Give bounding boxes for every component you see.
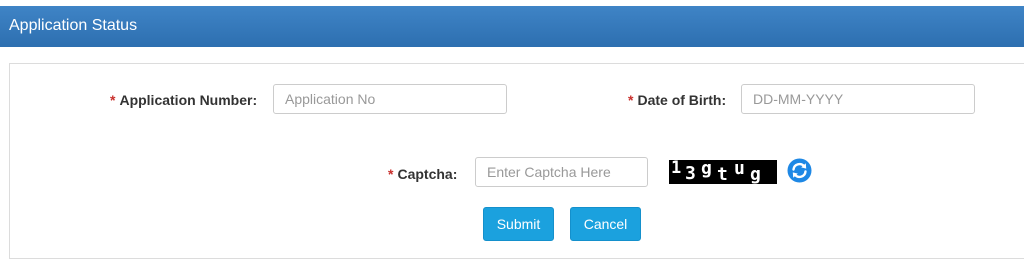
captcha-char: g	[701, 160, 712, 179]
application-number-label-text: Application Number:	[119, 92, 258, 108]
captcha-char: g	[750, 164, 761, 184]
application-number-input[interactable]	[273, 84, 507, 114]
captcha-label-text: Captcha:	[397, 166, 458, 182]
header-bar: Application Status	[0, 0, 1024, 47]
captcha-image: 1 3 g t u g	[669, 160, 777, 184]
date-of-birth-label-text: Date of Birth:	[637, 92, 727, 108]
required-marker: *	[388, 166, 394, 182]
submit-button[interactable]: Submit	[483, 207, 554, 241]
date-of-birth-input[interactable]	[741, 84, 975, 114]
refresh-captcha-button[interactable]	[787, 158, 812, 183]
application-status-page: Application Status * Application Number: …	[0, 0, 1024, 273]
refresh-icon	[787, 158, 812, 183]
required-marker: *	[628, 92, 634, 108]
captcha-char: 1	[671, 160, 682, 178]
date-of-birth-label: * Date of Birth:	[628, 92, 726, 108]
captcha-input[interactable]	[475, 157, 648, 187]
application-number-label: * Application Number:	[110, 92, 257, 108]
page-title: Application Status	[9, 17, 138, 34]
captcha-char: 3	[685, 163, 696, 184]
captcha-char: u	[734, 160, 745, 179]
captcha-label: * Captcha:	[388, 166, 457, 182]
cancel-button[interactable]: Cancel	[570, 207, 641, 241]
captcha-char: t	[717, 164, 728, 184]
required-marker: *	[110, 92, 116, 108]
